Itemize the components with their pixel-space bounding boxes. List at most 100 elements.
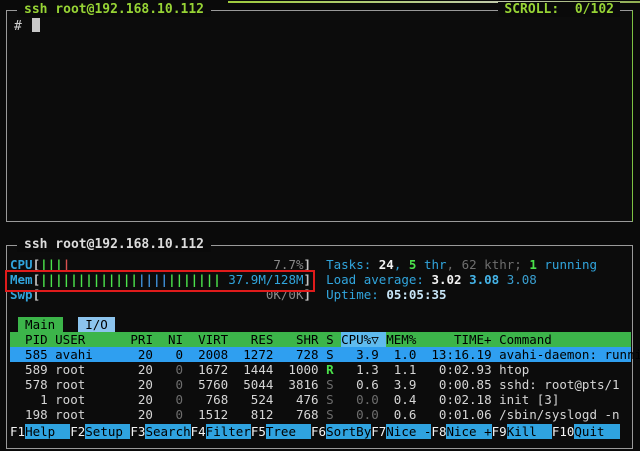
top-terminal-pane[interactable]: ssh root@192.168.10.112 SCROLL: 0/102 # [6,10,633,222]
col-virt[interactable]: VIRT [191,332,229,347]
cell-cpu: 1.3 [341,362,379,377]
col-cpu-sorted[interactable]: CPU%▽ [341,332,386,347]
cpu-bars-red: | [63,257,71,272]
fkey-f8: F8 [431,424,446,439]
cell-user: avahi [55,347,130,362]
process-row[interactable]: 198 root20 0 1512 812 768 S 0.0 0.6 0:01… [10,407,631,422]
htop-view: CPU[||||7.7%] Tasks: 24, 5 thr, 62 kthr;… [8,246,631,448]
cell-mem: 1.1 [386,362,416,377]
uptime-label: Uptime: [326,287,386,302]
fkey-sortby-button[interactable]: SortBy [326,424,371,439]
fkey-f4: F4 [191,424,206,439]
cell-pid: 1 [10,392,48,407]
fkey-search-button[interactable]: Search [145,424,190,439]
cell-time: 0:01.06 [424,407,492,422]
cell-virt: 5760 [191,377,229,392]
process-table-header[interactable]: PID USER PRI NI VIRT RES SHR S CPU%▽MEM%… [10,332,631,347]
fkey-quit-button[interactable]: Quit [574,424,619,439]
col-state[interactable]: S [326,332,334,347]
fkey-filter-button[interactable]: Filter [206,424,251,439]
tasks-count: 24 [379,257,394,272]
mem-meter-label: Mem [10,272,33,287]
cell-cpu: 0.0 [341,407,379,422]
htop-tab-bar: Main I/O [10,317,631,332]
col-cpu-label: CPU% [341,332,371,347]
cell-pri: 20 [130,377,153,392]
bracket-close: ] [304,272,312,287]
process-row-selected[interactable]: 585 avahi20 0 2008 1272 728 S 3.9 1.0 13… [10,347,631,362]
load-label: Load average: [326,272,431,287]
cell-pid: 578 [10,377,48,392]
cell-cpu: 3.9 [341,347,379,362]
cell-time: 0:02.93 [424,362,492,377]
fkey-tree-button[interactable]: Tree [266,424,311,439]
top-pane-title: ssh root@192.168.10.112 [17,2,211,17]
cell-state: S [326,347,334,362]
tab-io[interactable]: I/O [78,317,116,332]
col-pid[interactable]: PID [10,332,48,347]
col-mem[interactable]: MEM% [386,332,416,347]
cell-shr: 1000 [281,362,319,377]
mem-meter-line: Mem[||||||||||||||||||||||||37.9M/128M] … [10,272,631,287]
cell-state: S [326,392,334,407]
col-command[interactable]: Command [499,332,552,347]
load-15min: 3.08 [507,272,537,287]
cell-shr: 3816 [281,377,319,392]
cell-state: S [326,377,334,392]
cell-virt: 768 [191,392,229,407]
col-pri[interactable]: PRI [130,332,153,347]
fkey-setup-button[interactable]: Setup [85,424,130,439]
bracket-open: [ [33,272,41,287]
col-time[interactable]: TIME+ [424,332,492,347]
cell-pid: 589 [10,362,48,377]
cell-command: sshd: root@pts/1 [499,377,619,392]
cell-pri: 20 [130,407,153,422]
fkey-f9: F9 [492,424,507,439]
fkey-kill-button[interactable]: Kill [507,424,552,439]
process-row[interactable]: 1 root20 0 768 524 476 S 0.0 0.4 0:02.18… [10,392,631,407]
cell-mem: 0.4 [386,392,416,407]
fkey-f10: F10 [552,424,575,439]
uptime-value: 05:05:35 [386,287,446,302]
cell-virt: 1672 [191,362,229,377]
col-ni[interactable]: NI [161,332,184,347]
fkey-f3: F3 [130,424,145,439]
cell-state: R [326,362,334,377]
cell-shr: 476 [281,392,319,407]
cell-mem: 0.6 [386,407,416,422]
cell-res: 1272 [236,347,274,362]
running-count: 1 [529,257,537,272]
cell-shr: 768 [281,407,319,422]
load-5min: 3.08 [469,272,499,287]
swp-meter-line: Swp[0K/0K] Uptime: 05:05:35 [10,287,631,302]
col-user[interactable]: USER [55,332,130,347]
process-row[interactable]: 589 root20 0 1672 1444 1000 R 1.3 1.1 0:… [10,362,631,377]
cell-state: S [326,407,334,422]
cell-command: avahi-daemon: running [499,347,640,362]
cell-ni: 0 [161,407,184,422]
fkey-help-button[interactable]: Help [25,424,70,439]
scroll-indicator: SCROLL: 0/102 [498,2,620,17]
col-res[interactable]: RES [236,332,274,347]
col-shr[interactable]: SHR [281,332,319,347]
bottom-terminal-pane[interactable]: ssh root@192.168.10.112 CPU[||||7.7%] Ta… [6,245,633,449]
process-row[interactable]: 578 root20 0 5760 5044 3816 S 0.6 3.9 0:… [10,377,631,392]
shell-prompt[interactable]: # [14,18,632,34]
scroll-value: 0/102 [575,2,614,17]
running-label: running [537,257,597,272]
tab-main[interactable]: Main [18,317,63,332]
fkey-f5: F5 [251,424,266,439]
prompt-char: # [14,19,22,34]
fkey-nice-minus-button[interactable]: Nice - [386,424,431,439]
scroll-label: SCROLL: [504,2,559,17]
cell-time: 13:16.19 [424,347,492,362]
fkey-nice-plus-button[interactable]: Nice + [446,424,491,439]
text-cursor [32,18,40,32]
load-1min: 3.02 [431,272,461,287]
bracket-open: [ [33,287,41,302]
tasks-sep: , [394,257,409,272]
sort-arrow-icon: ▽ [371,332,379,347]
bracket-open: [ [33,257,41,272]
cell-ni: 0 [161,362,184,377]
mem-bars-green-2: ||||||| [168,272,221,287]
